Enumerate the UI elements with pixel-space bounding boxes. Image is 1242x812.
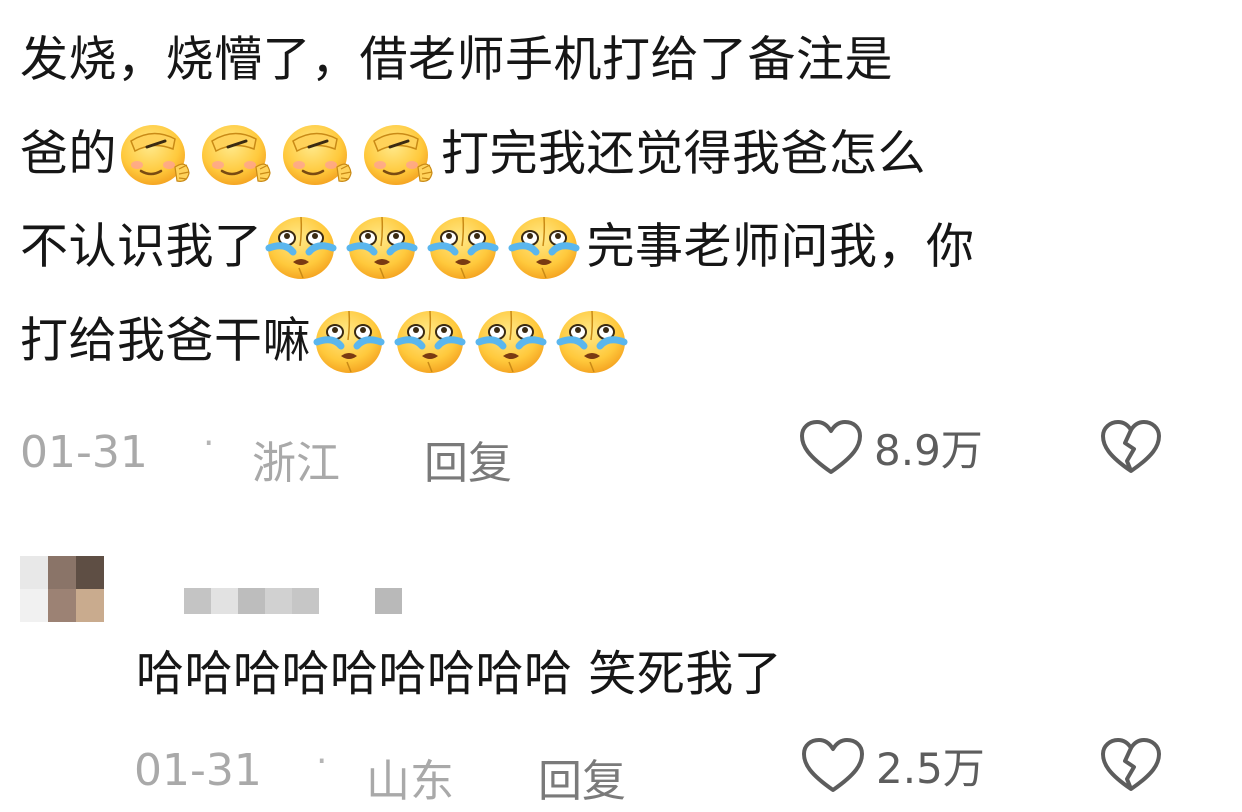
crying-icon: [344, 212, 420, 282]
like-button[interactable]: 8.9万: [798, 417, 983, 478]
reply-location: 山东: [366, 756, 454, 807]
meta-separator: ·: [316, 741, 328, 782]
comment-line-3: 不认识我了 完事老师问我，你: [20, 199, 1160, 293]
heart-icon: [800, 736, 866, 796]
broken-heart-icon: [1100, 737, 1162, 795]
facepalm-icon: [198, 119, 274, 189]
crying-icon: [392, 306, 468, 376]
reply-date: 01-31: [134, 745, 262, 796]
comment-line-1: 发烧，烧懵了，借老师手机打给了备注是: [20, 31, 894, 88]
like-button[interactable]: 2.5万: [800, 735, 985, 796]
comment-date: 01-31: [20, 427, 148, 478]
avatar[interactable]: [20, 556, 104, 622]
heart-icon: [798, 418, 864, 478]
crying-icon: [554, 306, 630, 376]
reply-button[interactable]: 回复: [538, 745, 626, 809]
crying-icon: [263, 212, 339, 282]
facepalm-icon: [360, 119, 436, 189]
crying-icon: [506, 212, 582, 282]
crying-icon: [425, 212, 501, 282]
dislike-button[interactable]: [1100, 737, 1162, 795]
username-blurred[interactable]: [184, 588, 402, 614]
meta-separator: ·: [203, 423, 215, 464]
comment-line-2: 爸的 打完我还觉得我爸怎么: [20, 106, 1160, 200]
dislike-button[interactable]: [1100, 419, 1162, 477]
reply-button[interactable]: 回复: [424, 427, 512, 491]
like-count: 8.9万: [874, 426, 983, 475]
facepalm-icon: [117, 119, 193, 189]
comment-line-4: 打给我爸干嘛: [20, 293, 1160, 387]
broken-heart-icon: [1100, 419, 1162, 477]
comment-text: 发烧，烧懵了，借老师手机打给了备注是 爸的 打完我还觉得我爸怎么 不认识我了 完事老…: [20, 12, 1160, 386]
comment-location: 浙江: [252, 438, 340, 489]
reply-text: 哈哈哈哈哈哈哈哈哈 笑死我了: [136, 646, 783, 702]
crying-icon: [311, 306, 387, 376]
facepalm-icon: [279, 119, 355, 189]
like-count: 2.5万: [876, 744, 985, 793]
reply-meta: 01-31 · 山东 回复 2.5万: [0, 735, 1242, 807]
crying-icon: [473, 306, 549, 376]
comment-meta: 01-31 · 浙江 回复 8.9万: [0, 417, 1242, 489]
